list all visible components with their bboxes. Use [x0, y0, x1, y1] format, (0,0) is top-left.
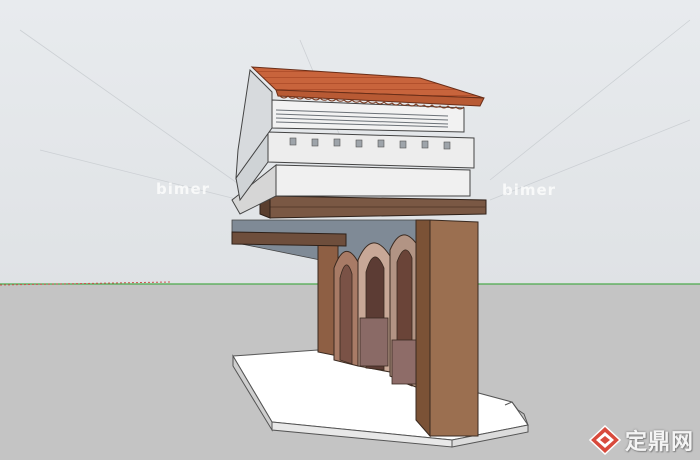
- dentil-band: [267, 131, 475, 169]
- arch-3: [389, 234, 419, 389]
- brand-text: 定鼎网: [624, 430, 694, 455]
- watermark-left-text: bimer: [156, 180, 211, 198]
- entablature-lower: [275, 164, 471, 197]
- arch-2: [357, 242, 391, 373]
- diamond-logo-icon: [588, 425, 621, 455]
- watermark-left: bimer: [156, 180, 210, 198]
- pavilion-model-scene: [0, 0, 700, 460]
- model-viewport: bimer bimer 定鼎网: [0, 0, 700, 460]
- front-pillar-side: [415, 219, 431, 438]
- arch-1: [333, 251, 359, 367]
- watermark-right-text: bimer: [502, 181, 557, 199]
- brand-watermark: 定鼎网: [588, 424, 694, 456]
- lower-wood-beam: [231, 231, 347, 247]
- watermark-right: bimer: [502, 181, 556, 199]
- front-pillar-face: [429, 219, 479, 437]
